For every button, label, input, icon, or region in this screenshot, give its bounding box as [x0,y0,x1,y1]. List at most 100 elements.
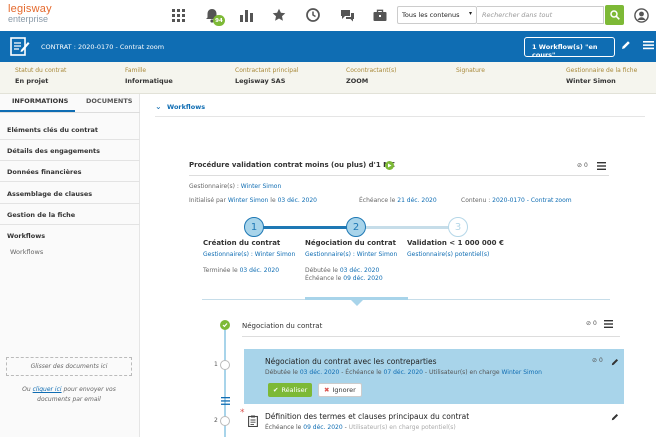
tab-informations[interactable]: INFORMATIONS [12,97,68,105]
task-2-edit-icon[interactable] [610,412,619,421]
content-label: Contenu : [461,197,491,204]
close-icon: ✖ [324,386,330,394]
task-2-title[interactable]: Définition des termes et clauses princip… [265,412,469,421]
initiated-label: Initialisé par [189,197,226,204]
step-2-managers-value: Winter Simon [356,251,398,258]
divider [189,175,609,176]
info-value: Winter Simon [566,77,616,85]
task-1-radio[interactable] [220,360,230,370]
play-icon[interactable] [385,161,394,170]
procedure-attach-count: 0 [583,162,588,169]
tab-documents[interactable]: DOCUMENTS [86,97,132,105]
task-2-radio[interactable] [220,416,230,426]
info-label: Cocontractant(s) [346,67,397,74]
divider [0,112,140,113]
contract-edit-icon [9,35,31,57]
stage-menu-icon[interactable] [603,319,613,328]
drop-text-1: Ou [22,386,31,393]
managers-label: Gestionnaire(s) : [189,183,239,190]
procedure-due: Échéance le 21 déc. 2020 [359,197,437,204]
check-icon: ✔ [273,386,279,394]
stage-check-icon [220,320,230,330]
email-upload-link[interactable]: cliquer ici [33,386,62,393]
task-1-users-label: Utilisateur(s) en charge [428,369,500,376]
search-scope-select[interactable]: Tous les contenus ▾ [397,6,477,24]
attachment-count[interactable]: ⊘ 0 [577,162,588,169]
sidebar-item-workflows[interactable]: Workflows [7,232,45,240]
sidebar-item-financial-data[interactable]: Données financières [0,161,140,182]
ignore-task-label: Ignorer [332,386,356,394]
email-upload-text: Ou cliquer ici pour envoyer vos document… [6,385,132,405]
chevron-down-icon: ▾ [468,10,472,17]
initiated-by: Winter Simon [227,197,269,204]
stage-attach-count-value: 0 [592,320,597,327]
info-label: Statut du contrat [15,67,67,74]
step-2-due-label: Échéance le [305,275,342,282]
task-1-users: Winter Simon [501,369,542,376]
edit-pencil-icon[interactable] [620,39,632,51]
info-main-contractor: Contractant principal Legisway SAS [235,67,298,85]
document-dropzone[interactable]: Glisser des documents ici [6,357,132,376]
comments-icon[interactable] [339,7,355,23]
search-button[interactable] [605,5,624,25]
section-title[interactable]: Workflows [167,103,205,111]
step-2-started-label: Débutée le [305,267,338,274]
step-1-managers-label: Gestionnaire(s) : [203,251,253,258]
initiated-date: 03 déc. 2020 [277,197,317,204]
stepper-line-pending [365,226,457,229]
sidebar-item-key-elements[interactable]: Eléments clés du contrat [0,119,140,140]
procedure-managers: Gestionnaire(s) : Winter Simon [189,183,281,190]
clipboard-icon [247,414,259,427]
step-1-finished: Terminée le 03 déc. 2020 [203,267,279,274]
star-icon[interactable] [271,7,287,23]
step-1-finished-date: 03 déc. 2020 [239,267,280,274]
search-input[interactable]: Rechercher dans tout [477,6,604,24]
divider [155,116,645,117]
info-signature: Signature [456,67,485,77]
step-1-circle[interactable]: 1 [244,217,264,237]
briefcase-icon[interactable] [372,7,388,23]
task-2-users-label: Utilisateur(s) en charge potentiel(s) [348,424,456,431]
info-label: Gestionnaire de la fiche [566,67,638,74]
step-1-finished-label: Terminée le [203,267,238,274]
step-2-circle[interactable]: 2 [346,217,366,237]
drop-text-3: documents par email [37,396,101,403]
apps-grid-icon[interactable] [170,7,186,23]
step-2-title: Négociation du contrat [305,239,396,247]
paperclip-icon: ⊘ [577,162,583,169]
contract-title: CONTRAT : 2020-0170 - Contrat zoom [41,43,165,51]
step-3-circle[interactable]: 3 [448,217,468,237]
due-date: 21 déc. 2020 [397,197,437,204]
procedure-menu-icon[interactable] [596,161,606,170]
info-cocontractors: Cocontractant(s) ZOOM [346,67,396,85]
task-2-number: 2 [214,417,218,424]
user-avatar-icon[interactable] [633,7,649,23]
step-1-title: Création du contrat [203,239,281,247]
complete-task-button[interactable]: ✔ Réaliser [268,383,313,397]
step-2-started: Débutée le 03 déc. 2020 [305,267,379,274]
drag-handle-icon[interactable] [220,396,230,405]
procedure-title: Procédure validation contrat moins (ou p… [189,161,395,169]
ignore-task-button[interactable]: ✖ Ignorer [318,383,362,397]
task-1-edit-icon[interactable] [610,357,619,366]
chevron-down-icon[interactable]: ⌄ [155,102,162,111]
clock-icon[interactable] [305,7,321,23]
step-2-managers: Gestionnaire(s) : Winter Simon [305,251,397,258]
workflow-status-button[interactable]: 1 Workflow(s) "en cours" [524,37,615,59]
sidebar-item-file-management[interactable]: Gestion de la fiche [0,204,140,225]
content-value[interactable]: 2020-0170 - Contrat zoom [492,197,571,204]
task-1-title[interactable]: Négociation du contrat avec les contrepa… [265,357,437,366]
task-1-started-label: Débutée le [265,369,298,376]
task-1-attachments[interactable]: ⊘ 0 [592,357,603,364]
search-icon [609,10,620,20]
task-1-due-date: 07 déc. 2020 [383,369,423,376]
menu-icon[interactable] [642,39,654,51]
sidebar-item-commitments[interactable]: Détails des engagements [0,140,140,161]
step-2-due: Échéance le 09 déc. 2020 [305,275,383,282]
chart-icon[interactable] [238,7,254,23]
sidebar-subitem-workflows[interactable]: Workflows [10,248,43,256]
step-2-due-date: 09 déc. 2020 [343,275,383,282]
sidebar-item-clauses[interactable]: Assemblage de clauses [0,183,140,204]
task-1-attach-count: 0 [598,357,603,364]
stage-attachment-count[interactable]: ⊘ 0 [586,320,597,327]
